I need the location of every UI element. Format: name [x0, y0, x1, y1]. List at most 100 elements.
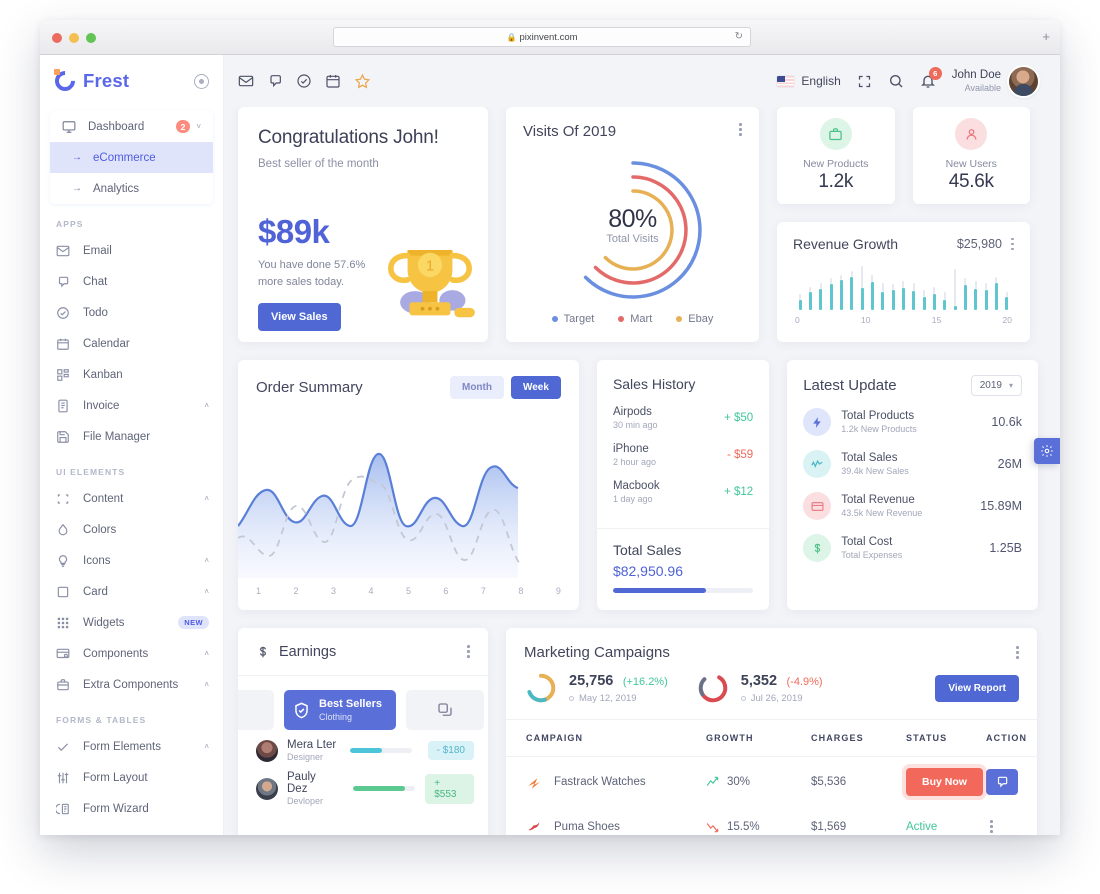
- revenue-bar: [826, 262, 836, 310]
- view-report-button[interactable]: View Report: [935, 674, 1019, 702]
- earnings-category-carousel[interactable]: er lothes Best Sellers Clothing: [238, 676, 488, 730]
- sales-item-amount: + $50: [724, 412, 754, 424]
- sidebar-item-form-wizard[interactable]: Form Wizard: [40, 793, 223, 824]
- chat-icon: [995, 775, 1009, 789]
- fullscreen-icon[interactable]: [857, 74, 872, 89]
- row-action-chat-button[interactable]: [986, 769, 1018, 795]
- sidebar-item-email[interactable]: Email: [40, 235, 223, 266]
- earnings-kebab-icon[interactable]: [467, 645, 470, 658]
- chevron-up-icon[interactable]: ˄: [204, 649, 209, 658]
- sidebar-item-label: Kanban: [83, 368, 123, 381]
- sidebar-item-colors[interactable]: Colors: [40, 514, 223, 545]
- calendar-icon: [56, 337, 74, 351]
- chevron-up-icon[interactable]: ˄: [204, 742, 209, 751]
- axis-tick: 3: [330, 586, 336, 596]
- order-toggle-month[interactable]: Month: [449, 376, 504, 399]
- legend-item-ebay[interactable]: Ebay: [676, 313, 713, 325]
- new-tab-button[interactable]: +: [1042, 30, 1050, 43]
- earnings-chip[interactable]: er lothes: [238, 690, 274, 730]
- avatar: [256, 739, 278, 762]
- sidebar-item-widgets[interactable]: Widgets NEW: [40, 607, 223, 638]
- address-bar[interactable]: 🔒 pixinvent.com ↻: [333, 27, 751, 47]
- view-sales-button[interactable]: View Sales: [258, 303, 341, 331]
- sidebar-item-file-manager[interactable]: File Manager: [40, 421, 223, 452]
- sidebar-item-card[interactable]: Card ˄: [40, 576, 223, 607]
- chat-icon[interactable]: [267, 73, 283, 89]
- monitor-icon: [62, 120, 79, 134]
- sidebar-item-kanban[interactable]: Kanban: [40, 359, 223, 390]
- sidebar-dashboard-badge: 2: [175, 120, 191, 133]
- year-select[interactable]: 2019 ▾: [970, 375, 1022, 396]
- chevron-up-icon[interactable]: ˄: [204, 556, 209, 565]
- user-menu[interactable]: John Doe Available: [952, 66, 1038, 96]
- revenue-title: Revenue Growth: [793, 236, 899, 252]
- brand-header[interactable]: Frest: [40, 55, 223, 107]
- earnings-chip-best-sellers[interactable]: Best Sellers Clothing: [284, 690, 396, 730]
- sidebar-item-components[interactable]: Components ˄: [40, 638, 223, 669]
- chevron-up-icon[interactable]: ˄: [204, 680, 209, 689]
- latest-update-name: Total Products: [841, 410, 915, 422]
- search-icon[interactable]: [888, 73, 904, 89]
- earnings-title: Earnings: [279, 643, 337, 660]
- sales-history-row[interactable]: iPhone 2 hour ago - $59: [613, 443, 753, 467]
- legend-item-target[interactable]: Target: [551, 313, 594, 325]
- fastrack-logo-icon: [526, 774, 543, 791]
- order-toggle-week[interactable]: Week: [510, 376, 561, 399]
- sidebar-item-analytics[interactable]: → Analytics: [50, 173, 213, 204]
- sidebar-item-dashboard[interactable]: Dashboard 2 ˅: [50, 111, 213, 142]
- window-traffic-lights[interactable]: [52, 33, 96, 43]
- marketing-kebab-icon[interactable]: [1016, 646, 1019, 659]
- reload-icon[interactable]: ↻: [735, 31, 743, 42]
- table-row[interactable]: Fastrack Watches 30% $5,536 Buy Now: [506, 757, 1037, 808]
- buy-now-button[interactable]: Buy Now: [906, 768, 983, 796]
- sidebar-item-ecommerce[interactable]: → eCommerce: [50, 142, 213, 173]
- sidebar-item-icons[interactable]: Icons ˄: [40, 545, 223, 576]
- sidebar-item-label: Chat: [83, 275, 108, 288]
- minimize-window-button[interactable]: [69, 33, 79, 43]
- customizer-toggle-button[interactable]: [1034, 438, 1060, 464]
- briefcase-icon: [819, 118, 852, 150]
- avatar[interactable]: [1009, 66, 1038, 96]
- sales-history-row[interactable]: Macbook 1 day ago + $12: [613, 480, 753, 504]
- dashboard-row-3: Earnings er lothes Best Selle: [238, 628, 1038, 835]
- column-charges: CHARGES: [811, 720, 906, 757]
- sidebar-item-content[interactable]: Content ˄: [40, 483, 223, 514]
- visits-kebab-icon[interactable]: [739, 123, 742, 136]
- close-window-button[interactable]: [52, 33, 62, 43]
- notifications-button[interactable]: 6: [920, 67, 942, 89]
- earnings-chip-next[interactable]: [406, 690, 484, 730]
- earnings-person-row: Pauly Dez Devloper + $553: [238, 762, 488, 806]
- revenue-bar: [805, 262, 815, 310]
- row-action-kebab-icon[interactable]: [990, 820, 993, 833]
- table-row[interactable]: Puma Shoes 15.5% $1,569 Active: [506, 807, 1037, 835]
- sidebar-item-calendar[interactable]: Calendar: [40, 328, 223, 359]
- chevron-up-icon[interactable]: ˄: [204, 401, 209, 410]
- legend-item-mart[interactable]: Mart: [618, 313, 652, 325]
- sidebar-pin-toggle[interactable]: [194, 73, 209, 89]
- mail-icon[interactable]: [238, 73, 254, 89]
- star-icon[interactable]: [354, 73, 371, 90]
- sidebar-item-todo[interactable]: Todo: [40, 297, 223, 328]
- language-selector[interactable]: English: [777, 74, 841, 88]
- latest-update-value: 1.25B: [989, 541, 1022, 555]
- maximize-window-button[interactable]: [86, 33, 96, 43]
- revenue-kebab-icon[interactable]: [1011, 237, 1014, 251]
- check-circle-icon[interactable]: [296, 73, 312, 89]
- sidebar-item-chat[interactable]: Chat: [40, 266, 223, 297]
- sidebar-item-form-layout[interactable]: Form Layout: [40, 762, 223, 793]
- sales-history-row[interactable]: Airpods 30 min ago + $50: [613, 406, 753, 430]
- calendar-icon[interactable]: [325, 73, 341, 89]
- navbar-right: English 6 John Doe Available: [777, 66, 1038, 96]
- chevron-down-icon[interactable]: ˅: [196, 122, 201, 131]
- top-navbar: English 6 John Doe Available: [224, 55, 1060, 107]
- sidebar-item-extra-components[interactable]: Extra Components ˄: [40, 669, 223, 700]
- chevron-up-icon[interactable]: ˄: [204, 587, 209, 596]
- avatar: [256, 777, 278, 800]
- sidebar-item-form-elements[interactable]: Form Elements ˄: [40, 731, 223, 762]
- sidebar-item-label: File Manager: [83, 430, 151, 443]
- earnings-person-role: Designer: [287, 752, 324, 762]
- chevron-up-icon[interactable]: ˄: [204, 494, 209, 503]
- sidebar-item-invoice[interactable]: Invoice ˄: [40, 390, 223, 421]
- latest-update-value: 10.6k: [991, 415, 1022, 429]
- sales-item-name: iPhone: [612, 443, 649, 455]
